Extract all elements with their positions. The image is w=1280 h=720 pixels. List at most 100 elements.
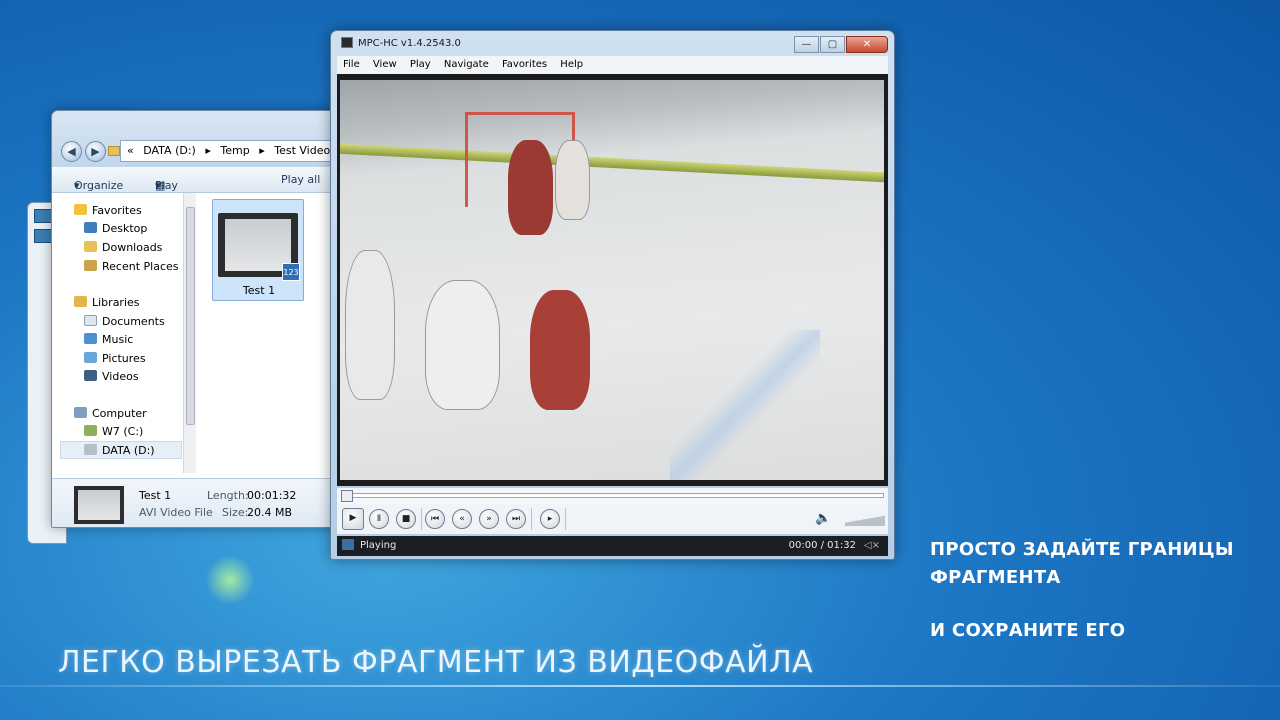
nav-music[interactable]: Music [84, 331, 133, 349]
nav-desktop[interactable]: Desktop [84, 220, 147, 238]
play-button[interactable]: ▶ [342, 508, 364, 530]
chevron-down-icon: ▾ [155, 179, 161, 192]
details-length-label: Length: [207, 489, 249, 502]
volume-slider[interactable] [845, 512, 885, 526]
player [508, 140, 553, 235]
details-thumbnail [74, 486, 124, 524]
desktop-glow-line [0, 685, 1280, 687]
nav-videos[interactable]: Videos [84, 368, 139, 386]
navigation-pane: Favorites Desktop Downloads Recent Place… [52, 193, 182, 478]
file-list: 123 Test 1 [198, 193, 350, 478]
libraries-icon [74, 296, 87, 307]
menu-view[interactable]: View [373, 59, 397, 70]
videos-icon [84, 370, 97, 381]
address-chevron-icon: « [127, 144, 134, 157]
star-icon [74, 204, 87, 215]
explorer-titlebar[interactable]: ◀ ▶ « DATA (D:) ▸ Temp ▸ Test Video [52, 111, 350, 167]
stop-button[interactable]: ■ [396, 509, 416, 529]
nav-computer[interactable]: Computer [74, 405, 147, 423]
explorer-toolbar: Organize ▾ ▦ Play with MPC ▾ Play all [52, 167, 350, 218]
file-item[interactable]: 123 Test 1 [212, 199, 304, 301]
player [425, 280, 500, 410]
address-segment[interactable]: DATA (D:) [143, 144, 196, 157]
time-display: 00:00 / 01:32 [788, 540, 856, 551]
status-bar: Playing 00:00 / 01:32 ◁× [337, 536, 888, 556]
seek-handle[interactable] [341, 490, 353, 502]
address-bar[interactable]: « DATA (D:) ▸ Temp ▸ Test Video [120, 140, 350, 162]
close-button[interactable]: ✕ [846, 36, 888, 53]
speaker-icon[interactable]: 🔈 [815, 511, 831, 526]
previous-button[interactable]: ⏮ [425, 509, 445, 529]
nav-drive-d[interactable]: DATA (D:) [60, 441, 182, 459]
address-separator-icon: ▸ [205, 144, 211, 157]
nav-scrollbar[interactable] [183, 193, 196, 473]
music-icon [84, 333, 97, 344]
mpc-app-icon [341, 37, 353, 48]
recent-places-icon [84, 260, 97, 271]
video-frame [340, 80, 884, 480]
play-all-button[interactable]: Play all [281, 173, 320, 186]
video-area[interactable] [337, 74, 888, 486]
nav-recent-places[interactable]: Recent Places [84, 258, 179, 276]
nav-pictures[interactable]: Pictures [84, 350, 146, 368]
address-segment[interactable]: Temp [220, 144, 249, 157]
mpc-window[interactable]: MPC-HC v1.4.2543.0 — ▢ ✕ File View Play Na… [330, 30, 895, 560]
menu-file[interactable]: File [343, 59, 360, 70]
video-thumbnail: 123 [218, 213, 300, 281]
caption-right-1: ПРОСТО ЗАДАЙТЕ ГРАНИЦЫ ФРАГМЕНТА [930, 539, 1234, 588]
video-app-icon [34, 209, 52, 223]
player [345, 250, 395, 400]
minimize-button[interactable]: — [794, 36, 819, 53]
explorer-body: Favorites Desktop Downloads Recent Place… [52, 193, 350, 478]
status-text: Playing [360, 540, 397, 551]
next-button[interactable]: ⏭ [506, 509, 526, 529]
caption-right-2: И СОХРАНИТЕ ЕГО [930, 620, 1126, 641]
computer-icon [74, 407, 87, 418]
window-controls: — ▢ ✕ [793, 32, 888, 53]
frame-step-button[interactable]: ▸ [540, 509, 560, 529]
menu-play[interactable]: Play [410, 59, 431, 70]
menu-navigate[interactable]: Navigate [444, 59, 489, 70]
downloads-icon [84, 241, 97, 252]
mute-icon[interactable]: ◁× [864, 536, 880, 556]
file-name: Test 1 [242, 284, 276, 297]
documents-icon [84, 315, 97, 326]
menu-help[interactable]: Help [560, 59, 583, 70]
player [555, 140, 590, 220]
details-name: Test 1 [139, 489, 172, 502]
drive-icon [84, 444, 97, 455]
drive-icon [84, 425, 97, 436]
menu-favorites[interactable]: Favorites [502, 59, 547, 70]
details-size-label: Size: [222, 506, 249, 519]
nav-downloads[interactable]: Downloads [84, 239, 162, 257]
nav-documents[interactable]: Documents [84, 313, 165, 331]
scrollbar-thumb[interactable] [186, 207, 195, 425]
seek-bar[interactable] [337, 488, 888, 504]
details-pane: Test 1 AVI Video File Length: 00:01:32 S… [52, 478, 350, 527]
details-type: AVI Video File [139, 506, 213, 519]
forward-button[interactable]: ▶ [85, 141, 106, 162]
pictures-icon [84, 352, 97, 363]
pause-button[interactable]: Ⅱ [369, 509, 389, 529]
status-icon [342, 539, 354, 550]
nav-libraries[interactable]: Libraries [74, 294, 140, 312]
playback-controls: ▶ Ⅱ ■ ⏮ « » ⏭ ▸ 🔈 [337, 504, 888, 534]
video-app-icon-2 [34, 229, 52, 243]
address-separator-icon: ▸ [259, 144, 265, 157]
caption-main: ЛЕГКО ВЫРЕЗАТЬ ФРАГМЕНТ ИЗ ВИДЕОФАЙЛА [58, 645, 814, 680]
fast-forward-button[interactable]: » [479, 509, 499, 529]
explorer-window[interactable]: ◀ ▶ « DATA (D:) ▸ Temp ▸ Test Video Orga… [51, 110, 351, 528]
desktop-icon [84, 222, 97, 233]
back-button[interactable]: ◀ [61, 141, 82, 162]
mpc-titlebar[interactable]: MPC-HC v1.4.2543.0 [341, 37, 461, 49]
chevron-down-icon: ▾ [74, 179, 80, 192]
player [530, 290, 590, 410]
mpc-badge-icon: 123 [282, 263, 300, 281]
address-segment[interactable]: Test Video [274, 144, 330, 157]
menu-bar: File View Play Navigate Favorites Help [337, 56, 888, 74]
nav-drive-c[interactable]: W7 (C:) [84, 423, 143, 441]
nav-favorites[interactable]: Favorites [74, 202, 142, 220]
maximize-button[interactable]: ▢ [820, 36, 845, 53]
desktop-glow-spot [205, 555, 255, 605]
rewind-button[interactable]: « [452, 509, 472, 529]
